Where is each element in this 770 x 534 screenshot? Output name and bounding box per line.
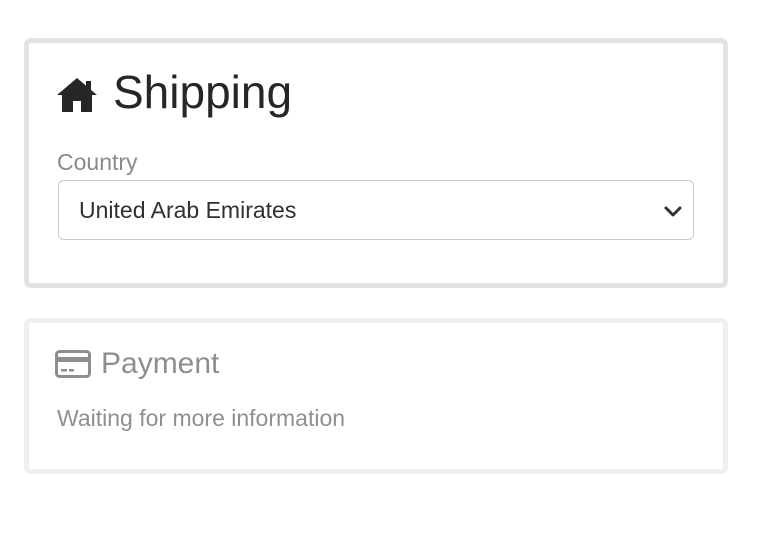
chevron-down-icon <box>663 201 683 221</box>
country-selected-value: United Arab Emirates <box>79 196 297 223</box>
shipping-heading: Shipping <box>55 65 292 119</box>
credit-card-icon <box>55 350 91 378</box>
payment-status-text: Waiting for more information <box>57 405 346 431</box>
shipping-panel: Shipping Country United Arab Emirates <box>24 38 728 288</box>
payment-panel: Payment Waiting for more information <box>24 318 728 474</box>
country-select[interactable]: United Arab Emirates <box>58 180 694 240</box>
payment-title: Payment <box>101 347 220 380</box>
payment-heading: Payment <box>55 347 219 381</box>
home-icon <box>55 72 99 112</box>
country-label: Country <box>57 149 138 175</box>
shipping-title: Shipping <box>113 66 293 118</box>
